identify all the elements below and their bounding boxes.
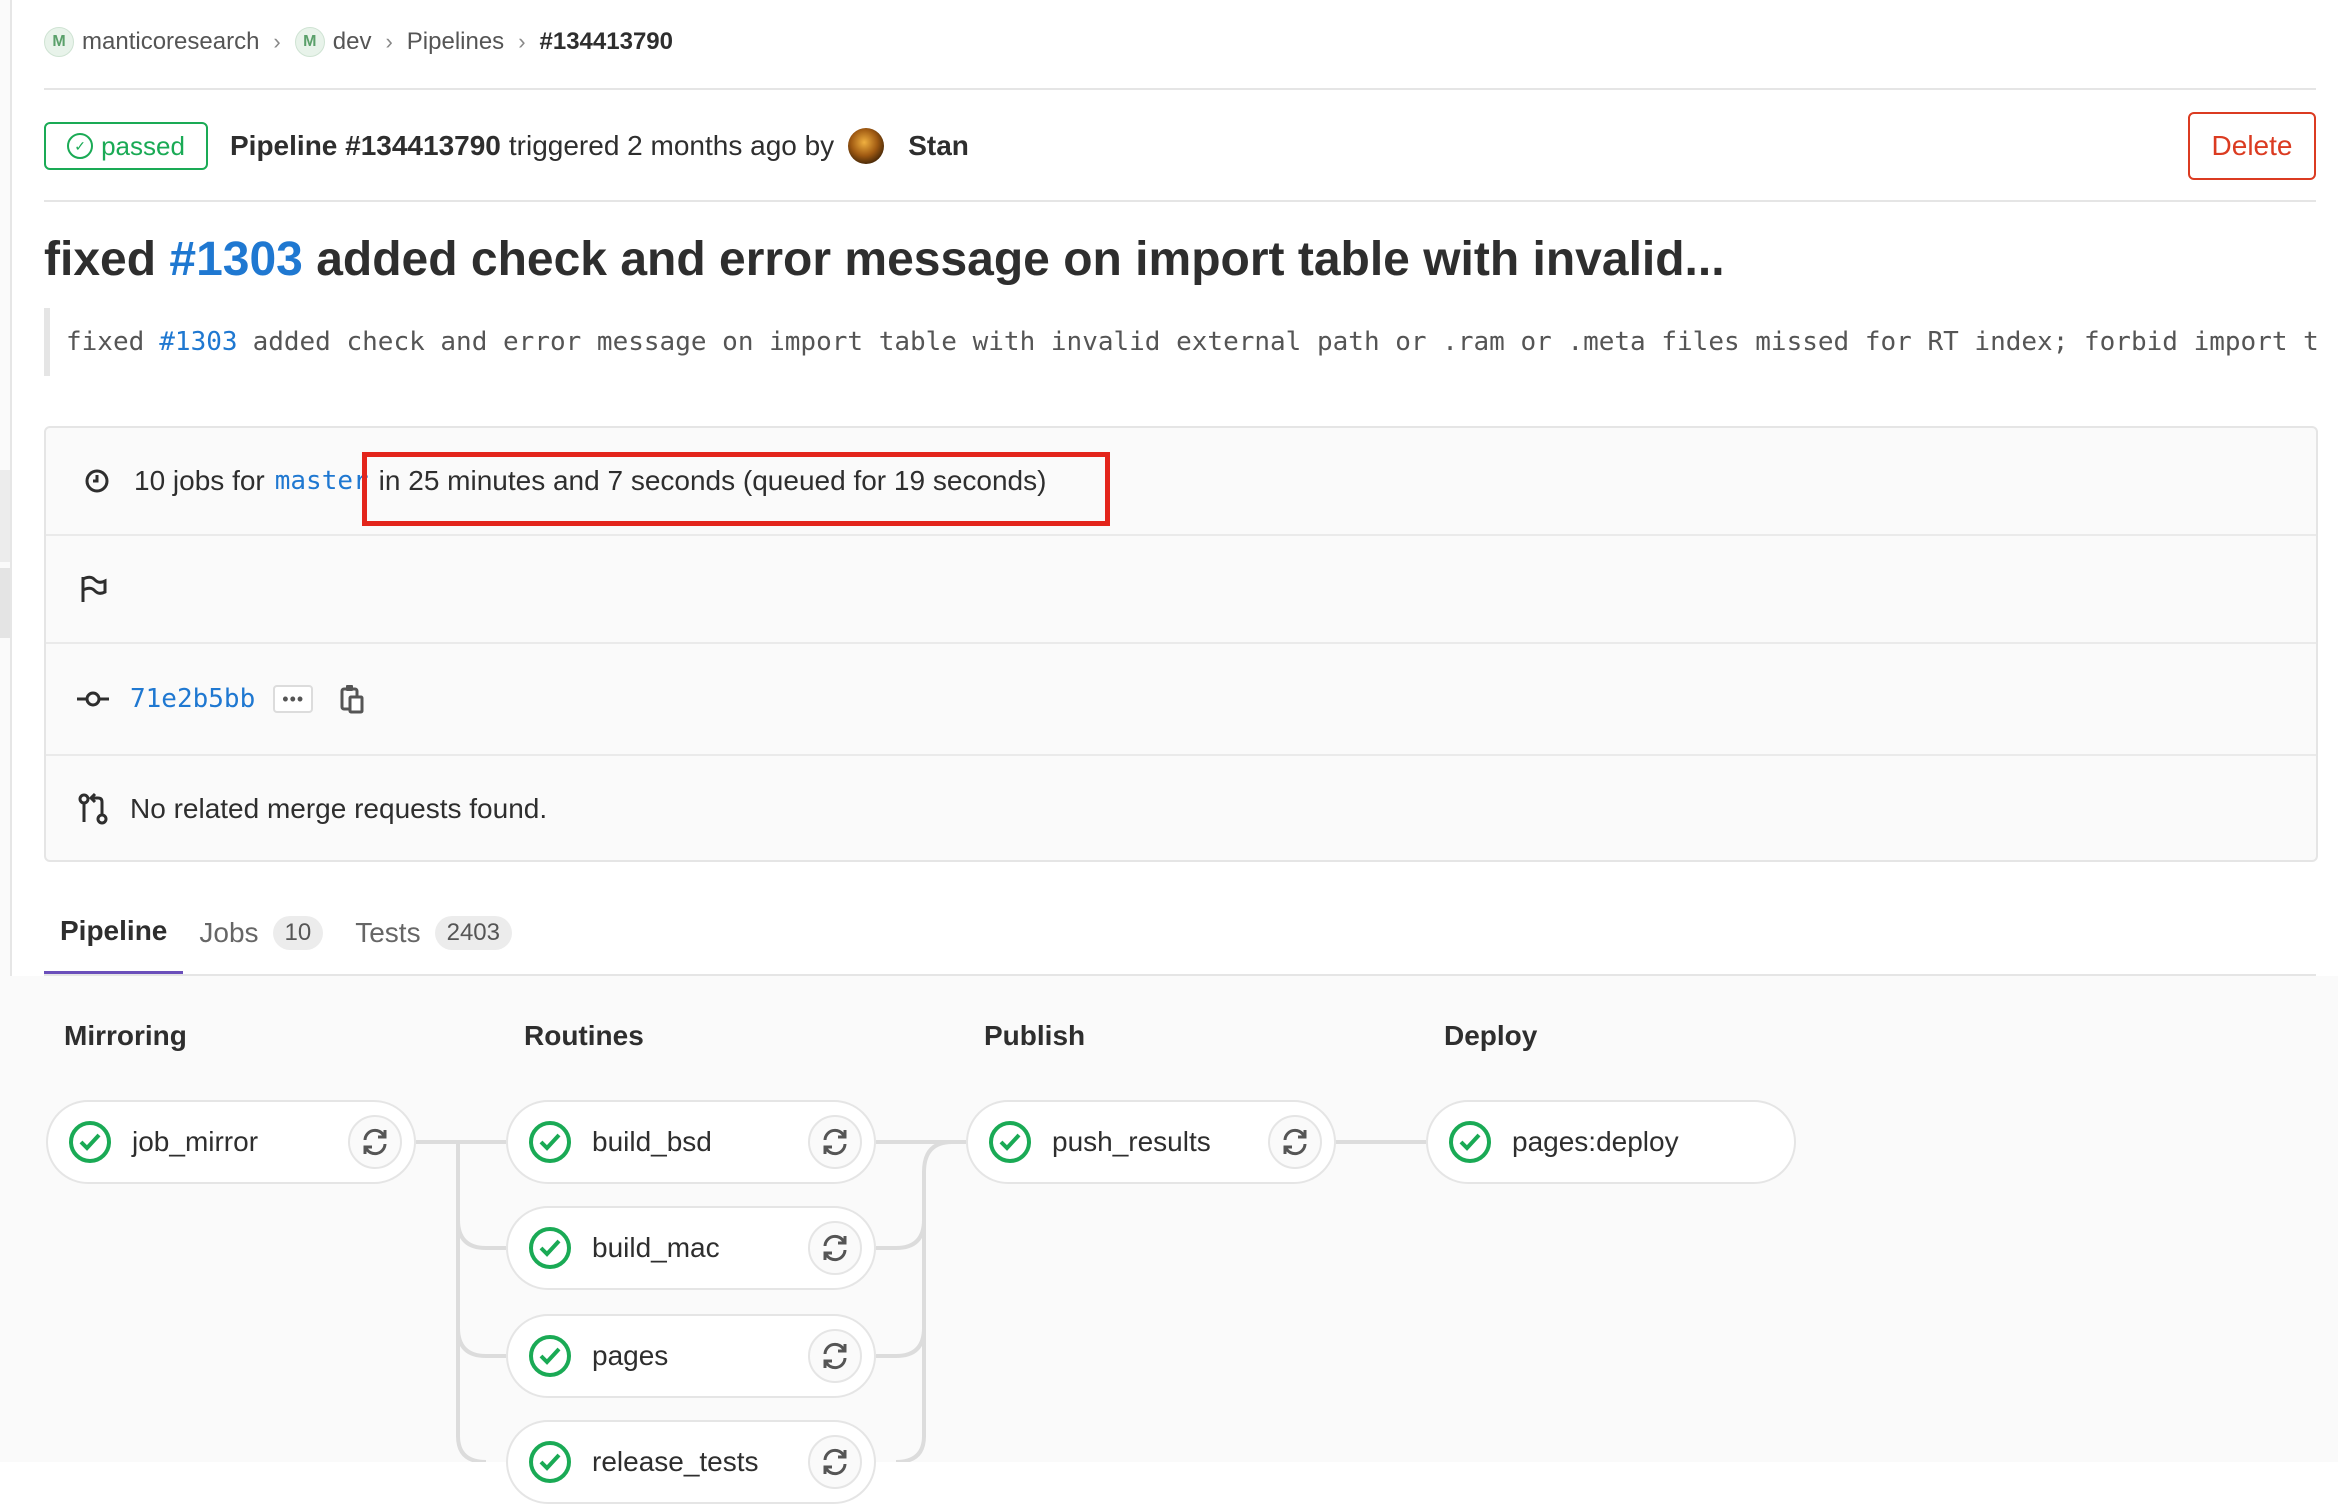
retry-icon[interactable] <box>808 1221 862 1275</box>
job-job-mirror[interactable]: job_mirror <box>46 1100 416 1184</box>
job-name: build_mac <box>592 1232 720 1263</box>
job-release-tests[interactable]: release_tests <box>506 1420 876 1504</box>
stage-connectors <box>416 1140 1426 1462</box>
stage-title-routines: Routines <box>524 1020 644 1051</box>
status-success-icon <box>988 1120 1032 1164</box>
stage-title-deploy: Deploy <box>1444 1020 1538 1051</box>
status-success-icon <box>528 1440 572 1484</box>
retry-icon[interactable] <box>348 1115 402 1169</box>
stage-title-publish: Publish <box>984 1020 1086 1051</box>
stage-title-mirroring: Mirroring <box>64 1020 187 1051</box>
status-success-icon <box>528 1334 572 1378</box>
job-build-mac[interactable]: build_mac <box>506 1206 876 1290</box>
job-name: release_tests <box>592 1446 759 1477</box>
retry-icon[interactable] <box>808 1115 862 1169</box>
job-name: push_results <box>1052 1126 1211 1157</box>
job-push-results[interactable]: push_results <box>966 1100 1336 1184</box>
retry-icon[interactable] <box>808 1329 862 1383</box>
status-success-icon <box>68 1120 112 1164</box>
status-success-icon <box>1448 1120 1492 1164</box>
retry-icon[interactable] <box>808 1435 862 1489</box>
status-success-icon <box>528 1226 572 1270</box>
job-name: pages <box>592 1340 669 1371</box>
job-pages[interactable]: pages <box>506 1314 876 1398</box>
job-build-bsd[interactable]: build_bsd <box>506 1100 876 1184</box>
job-pages-deploy[interactable]: pages:deploy <box>1426 1100 1796 1184</box>
retry-icon[interactable] <box>1268 1115 1322 1169</box>
job-name: job_mirror <box>132 1126 259 1157</box>
status-success-icon <box>528 1120 572 1164</box>
job-name: pages:deploy <box>1512 1126 1679 1157</box>
job-name: build_bsd <box>592 1126 712 1157</box>
